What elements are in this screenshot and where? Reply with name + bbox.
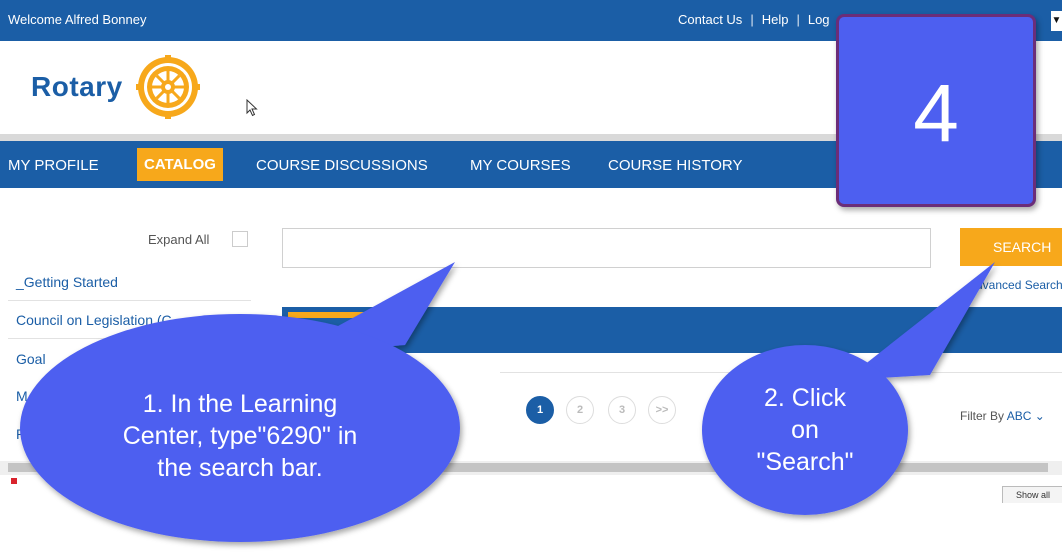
callout-1-line-2: Center, type"6290" in: [122, 422, 358, 450]
callout-1-line-3: the search bar.: [157, 454, 323, 482]
callout-2-line-1: 2. Click: [764, 384, 846, 412]
callout-2-line-2: on: [791, 416, 819, 444]
callout-1-line-1: 1. In the Learning: [142, 390, 338, 418]
callout-1-text: 1. In the Learning Center, type"6290" in…: [60, 388, 420, 484]
step-number-card: 4: [836, 14, 1036, 207]
callout-2-text: 2. Click on "Search": [715, 382, 895, 478]
callout-2-line-3: "Search": [756, 448, 854, 476]
